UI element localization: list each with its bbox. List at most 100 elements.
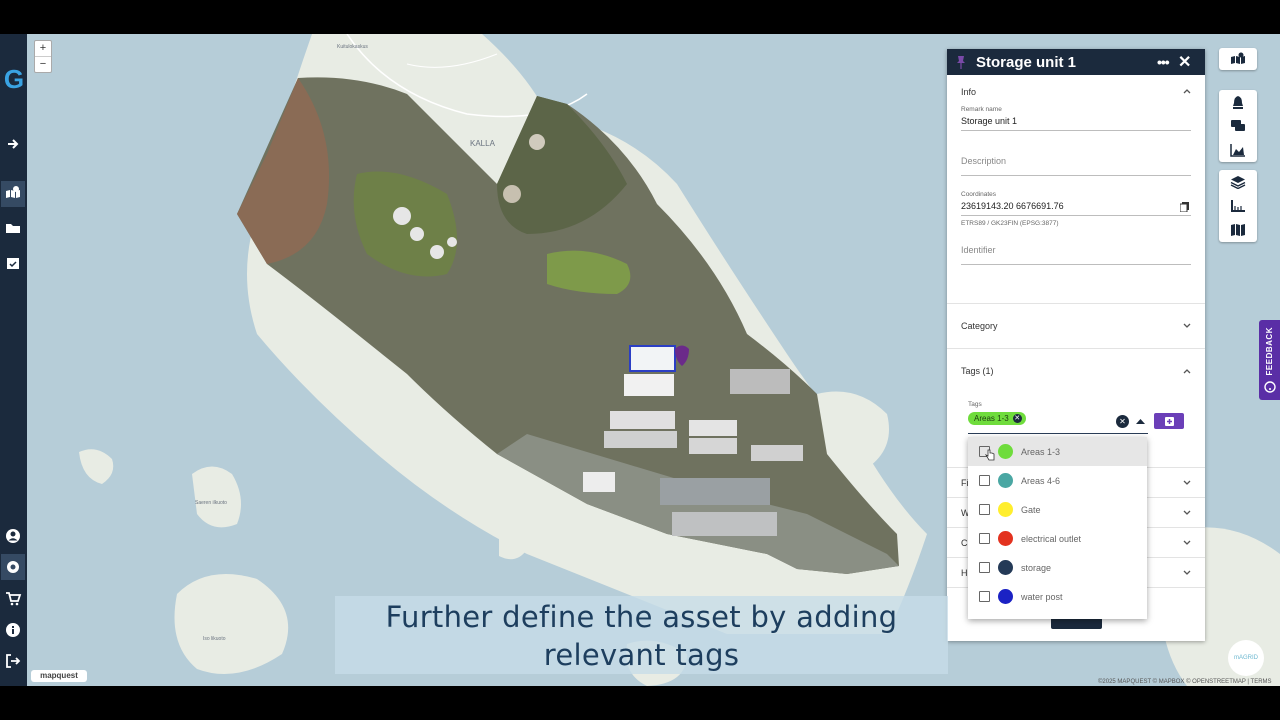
comments-icon xyxy=(1231,120,1245,131)
coordinates-value[interactable]: 23619143.20 6676691.76 xyxy=(961,198,1191,216)
identifier-field[interactable]: Identifier xyxy=(961,245,1191,265)
folder-icon[interactable] xyxy=(3,218,23,238)
chart-tool-button[interactable] xyxy=(1219,138,1257,162)
tag-option[interactable]: Gate xyxy=(968,495,1147,524)
chevron-down-icon xyxy=(1183,540,1191,545)
arrow-right-icon[interactable] xyxy=(3,134,23,154)
kaitalokaskus-label: Kuitulokaskus xyxy=(337,44,368,50)
tags-select[interactable]: Tags Areas 1-3 ✕ ✕ xyxy=(968,401,1148,434)
plus-icon xyxy=(1164,416,1174,426)
tag-checkbox[interactable] xyxy=(979,533,990,544)
iso-label: Iso likuoto xyxy=(203,636,226,642)
tag-chip[interactable]: Areas 1-3 ✕ xyxy=(968,412,1026,425)
map-pin-icon xyxy=(1231,52,1245,64)
remove-tag-icon[interactable]: ✕ xyxy=(1012,414,1022,423)
chevron-up-icon xyxy=(1183,89,1191,94)
tag-option-label: Gate xyxy=(1021,504,1041,515)
tag-option-label: storage xyxy=(1021,562,1052,573)
category-section: Category xyxy=(947,304,1205,349)
measure-tool-button[interactable] xyxy=(1219,194,1257,218)
clear-tags-icon[interactable]: ✕ xyxy=(1116,415,1129,428)
info-section-header[interactable]: Info xyxy=(947,75,1205,109)
tag-option[interactable]: electrical outlet xyxy=(968,524,1147,553)
tutorial-caption: Further define the asset by adding relev… xyxy=(335,596,948,674)
category-section-header[interactable]: Category xyxy=(947,309,1205,343)
panel-title: Storage unit 1 xyxy=(976,53,1077,71)
collapsed-section-4-label: H xyxy=(961,567,968,578)
tag-checkbox[interactable] xyxy=(979,591,990,602)
user-icon[interactable] xyxy=(3,526,23,546)
tag-chip-label: Areas 1-3 xyxy=(974,414,1009,423)
tag-option-label: Areas 1-3 xyxy=(1021,446,1061,457)
info-icon[interactable] xyxy=(3,620,23,640)
tag-color-swatch xyxy=(998,473,1013,488)
add-tag-button[interactable] xyxy=(1154,413,1184,429)
remark-name-field[interactable]: Remark name Storage unit 1 xyxy=(961,106,1191,131)
settings-icon xyxy=(7,561,19,573)
chevron-down-icon xyxy=(1183,570,1191,575)
comments-tool-button[interactable] xyxy=(1219,114,1257,138)
tag-color-swatch xyxy=(998,502,1013,517)
map-layers-button[interactable] xyxy=(1219,48,1257,70)
tag-checkbox[interactable] xyxy=(979,475,990,486)
cart-icon[interactable] xyxy=(3,588,23,608)
tool-group-2 xyxy=(1219,170,1257,242)
pin-icon[interactable] xyxy=(955,55,967,69)
tag-option[interactable]: storage xyxy=(968,553,1147,582)
description-input[interactable]: Description xyxy=(961,156,1191,176)
tag-checkbox[interactable] xyxy=(979,504,990,515)
tag-options-dropdown: Areas 1-3 Areas 4-6 Gate electrical outl… xyxy=(968,437,1147,619)
tag-option[interactable]: Areas 4-6 xyxy=(968,466,1147,495)
tag-color-swatch xyxy=(998,531,1013,546)
category-header-label: Category xyxy=(961,321,998,331)
coordinates-crs: ETRS89 / GK23FIN (EPSG:3877) xyxy=(961,220,1059,227)
zoom-out-button[interactable]: − xyxy=(35,56,51,72)
chevron-down-icon xyxy=(1183,480,1191,485)
tag-option[interactable]: water post xyxy=(968,582,1147,611)
area-chart-icon xyxy=(1230,144,1245,157)
close-icon[interactable]: ✕ xyxy=(1178,52,1191,72)
tool-group-1 xyxy=(1219,90,1257,162)
bell-icon xyxy=(1233,96,1243,109)
copy-icon[interactable] xyxy=(1180,202,1189,212)
caption-line-1: Further define the asset by adding xyxy=(385,600,898,634)
description-field[interactable]: Description xyxy=(961,156,1191,176)
tag-option-label: water post xyxy=(1021,591,1063,602)
help-icon xyxy=(1263,381,1276,393)
tag-option[interactable]: Areas 1-3 xyxy=(968,437,1147,466)
info-section: Info Remark name Storage unit 1 Descript… xyxy=(947,75,1205,304)
coordinates-field: Coordinates 23619143.20 6676691.76 ETRS8… xyxy=(961,191,1191,227)
tags-header-label: Tags (1) xyxy=(961,366,994,376)
settings-nav-button[interactable] xyxy=(1,554,25,580)
tags-section-header[interactable]: Tags (1) xyxy=(947,349,1205,393)
chevron-down-icon xyxy=(1183,510,1191,515)
basemap-tool-button[interactable] xyxy=(1219,218,1257,242)
tag-color-swatch xyxy=(998,560,1013,575)
remark-name-value[interactable]: Storage unit 1 xyxy=(961,113,1191,131)
info-header-label: Info xyxy=(961,87,977,97)
marker-tool-button[interactable] xyxy=(1219,90,1257,114)
more-options-icon[interactable]: ••• xyxy=(1157,54,1170,70)
map-nav-button[interactable] xyxy=(1,181,25,207)
saeren-label: Saeren ilkuoto xyxy=(195,500,227,506)
mapquest-logo: mapquest xyxy=(31,670,87,682)
tag-color-swatch xyxy=(998,444,1013,459)
remark-name-label: Remark name xyxy=(961,106,1002,113)
feedback-button[interactable]: FEEDBACK xyxy=(1259,320,1280,400)
logout-icon[interactable] xyxy=(3,651,23,671)
collapsed-section-3-label: C xyxy=(961,537,968,548)
app-logo[interactable]: G xyxy=(2,64,26,95)
chevron-up-icon xyxy=(1183,369,1191,374)
layers-tool-button[interactable] xyxy=(1219,170,1257,194)
tag-option-label: Areas 4-6 xyxy=(1021,475,1061,486)
calendar-check-icon[interactable] xyxy=(3,253,23,273)
map-fold-icon xyxy=(1231,224,1245,236)
caret-up-icon[interactable] xyxy=(1136,418,1145,424)
kallahti-label: KALLA xyxy=(470,139,496,148)
map-attribution[interactable]: ©2025 MAPQUEST © MAPBOX © OPENSTREETMAP … xyxy=(1098,679,1272,685)
measure-icon xyxy=(1231,200,1245,212)
left-sidebar: G xyxy=(0,34,27,686)
identifier-input[interactable]: Identifier xyxy=(961,245,1191,265)
tag-checkbox[interactable] xyxy=(979,562,990,573)
zoom-in-button[interactable]: + xyxy=(35,41,51,56)
